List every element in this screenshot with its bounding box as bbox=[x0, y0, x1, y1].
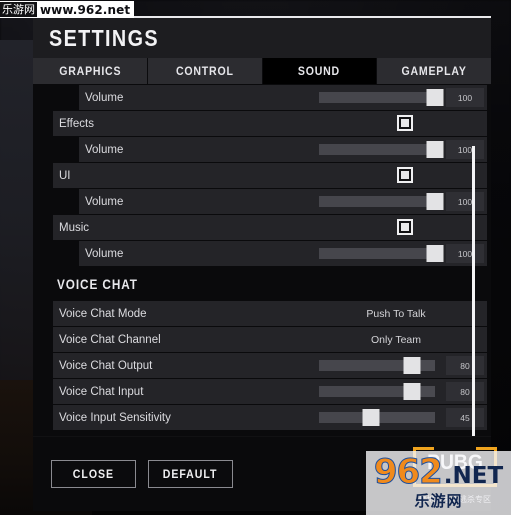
slider-value: 80 bbox=[446, 356, 484, 375]
settings-row: UI bbox=[33, 163, 491, 188]
settings-row: Music bbox=[33, 215, 491, 240]
row-value[interactable]: Only Team bbox=[301, 334, 491, 346]
dialog-title-bar: SETTINGS bbox=[33, 18, 491, 58]
volume-slider[interactable] bbox=[319, 141, 444, 158]
checkbox-check-icon bbox=[401, 119, 409, 127]
checkbox-toggle[interactable] bbox=[397, 167, 413, 183]
checkbox-toggle[interactable] bbox=[397, 219, 413, 235]
checkbox-check-icon bbox=[401, 223, 409, 231]
section-header-label: VOICE CHAT bbox=[57, 276, 138, 292]
settings-rows: Volume 100 Effects Volume 100 UI Volume 100 Musi… bbox=[33, 85, 491, 430]
row-label: Volume bbox=[85, 91, 124, 104]
slider-value: 80 bbox=[446, 382, 484, 401]
checkbox-check-icon bbox=[401, 171, 409, 179]
row-label: UI bbox=[59, 169, 71, 182]
tab-label: CONTROL bbox=[175, 64, 234, 78]
row-label: Volume bbox=[85, 195, 124, 208]
row-background bbox=[53, 111, 487, 136]
checkbox-toggle[interactable] bbox=[397, 115, 413, 131]
slider-value: 100 bbox=[446, 88, 484, 107]
slider-value: 100 bbox=[446, 244, 484, 263]
settings-dialog: SETTINGS GRAPHICS CONTROL SOUND GAMEPLAY Vo… bbox=[33, 16, 491, 511]
row-label: Music bbox=[59, 221, 90, 234]
settings-row: Volume 100 bbox=[33, 189, 491, 214]
scroll-clip-mask bbox=[33, 84, 491, 85]
row-label: Voice Chat Channel bbox=[59, 333, 161, 346]
scrollbar-thumb[interactable] bbox=[472, 146, 475, 436]
screen: 乐游网 www.962.net SETTINGS GRAPHICS CONTROL… bbox=[0, 0, 511, 515]
slider-knob[interactable] bbox=[403, 383, 421, 400]
slider-knob[interactable] bbox=[362, 409, 380, 426]
site-watermark-url: www.962.net bbox=[40, 2, 131, 17]
slider-value: 45 bbox=[446, 408, 484, 427]
row-background bbox=[53, 215, 487, 240]
volume-slider[interactable] bbox=[319, 245, 444, 262]
volume-slider[interactable] bbox=[319, 383, 435, 400]
page-title: SETTINGS bbox=[49, 24, 159, 51]
slider-knob[interactable] bbox=[426, 89, 444, 106]
settings-row: Volume 100 bbox=[33, 85, 491, 110]
section-header-voice-chat: VOICE CHAT bbox=[33, 271, 491, 297]
row-label: Effects bbox=[59, 117, 94, 130]
slider-value: 100 bbox=[446, 192, 484, 211]
slider-knob[interactable] bbox=[426, 245, 444, 262]
volume-slider[interactable] bbox=[319, 193, 444, 210]
settings-row: Volume 100 bbox=[33, 137, 491, 162]
row-label: Volume bbox=[85, 143, 124, 156]
slider-knob[interactable] bbox=[426, 193, 444, 210]
close-button-label: CLOSE bbox=[72, 467, 115, 481]
watermark-number: 962 bbox=[373, 452, 443, 492]
row-label: Voice Input Sensitivity bbox=[59, 411, 171, 424]
settings-row: Voice Chat Output 80 bbox=[33, 353, 491, 378]
slider-knob[interactable] bbox=[426, 141, 444, 158]
settings-row: Voice Input Sensitivity 45 bbox=[33, 405, 491, 430]
row-label: Voice Chat Mode bbox=[59, 307, 147, 320]
row-label: Voice Chat Output bbox=[59, 359, 153, 372]
settings-row: Effects bbox=[33, 111, 491, 136]
close-button[interactable]: CLOSE bbox=[51, 460, 136, 488]
tab-sound[interactable]: SOUND bbox=[262, 58, 377, 84]
slider-fill bbox=[319, 144, 435, 155]
slider-fill bbox=[319, 248, 435, 259]
tab-graphics[interactable]: GRAPHICS bbox=[33, 58, 147, 84]
row-value[interactable]: Push To Talk bbox=[301, 308, 491, 320]
tab-label: GRAPHICS bbox=[58, 64, 121, 78]
settings-row: Voice Chat Mode Push To Talk bbox=[33, 301, 491, 326]
settings-row: Voice Chat Input 80 bbox=[33, 379, 491, 404]
slider-fill bbox=[319, 196, 435, 207]
slider-fill bbox=[319, 360, 412, 371]
scrollbar-track[interactable] bbox=[472, 84, 475, 436]
tab-bar: GRAPHICS CONTROL SOUND GAMEPLAY bbox=[33, 58, 491, 84]
site-watermark-cn: 乐游网 bbox=[0, 2, 37, 17]
volume-slider[interactable] bbox=[319, 357, 435, 374]
settings-row: Volume 100 bbox=[33, 241, 491, 266]
site-watermark-bottom: 962 .NET 乐游网 bbox=[366, 451, 511, 515]
row-label: Volume bbox=[85, 247, 124, 260]
watermark-cn: 乐游网 bbox=[414, 492, 463, 510]
settings-row: Voice Chat Channel Only Team bbox=[33, 327, 491, 352]
settings-scroll-body: Volume 100 Effects Volume 100 UI Volume 100 Musi… bbox=[33, 84, 491, 436]
row-background bbox=[53, 163, 487, 188]
row-label: Voice Chat Input bbox=[59, 385, 144, 398]
tab-gameplay[interactable]: GAMEPLAY bbox=[377, 58, 491, 84]
watermark-line-1: 962 .NET bbox=[373, 452, 504, 492]
site-watermark-top: 乐游网 www.962.net bbox=[0, 1, 135, 18]
volume-slider[interactable] bbox=[319, 409, 435, 426]
tab-label: GAMEPLAY bbox=[401, 64, 467, 78]
watermark-net: .NET bbox=[443, 463, 504, 489]
tab-control[interactable]: CONTROL bbox=[147, 58, 262, 84]
volume-slider[interactable] bbox=[319, 89, 444, 106]
slider-fill bbox=[319, 92, 435, 103]
tab-label: SOUND bbox=[298, 64, 341, 78]
default-button[interactable]: DEFAULT bbox=[148, 460, 233, 488]
slider-fill bbox=[319, 386, 412, 397]
default-button-label: DEFAULT bbox=[163, 467, 218, 481]
slider-knob[interactable] bbox=[403, 357, 421, 374]
slider-value: 100 bbox=[446, 140, 484, 159]
